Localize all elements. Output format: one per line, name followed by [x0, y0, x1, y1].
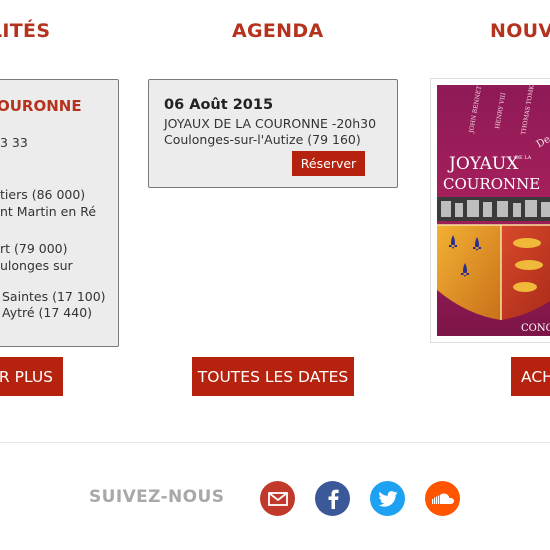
poster-title-1: JOYAUX [447, 154, 519, 174]
news-line: nt Martin en Ré [0, 204, 97, 219]
facebook-link[interactable] [315, 481, 350, 516]
news-line: tiers (86 000) [0, 187, 86, 202]
email-link[interactable] [260, 481, 295, 516]
composer-name: JOHN BENNET [468, 85, 483, 134]
reserve-button[interactable]: Réserver [292, 151, 365, 176]
news-panel-title: OURONNE [0, 97, 82, 115]
poster-title-small: DE LA [515, 155, 532, 161]
twitter-bird-icon [377, 490, 398, 507]
section-title-right: NOUV [490, 20, 550, 42]
news-line: 3 33 [0, 135, 28, 150]
composer-name: THOMAS TOMKINS [520, 85, 538, 135]
news-line: rt (79 000) [0, 241, 68, 256]
footer-divider [0, 442, 550, 443]
album-cover-frame[interactable]: JOHN BENNET HENRY VIII THOMAS TOMKINS De… [430, 78, 550, 343]
event-title: JOYAUX DE LA COURONNE -20h30 [164, 116, 377, 131]
news-line: Saintes (17 100) [2, 289, 106, 304]
news-line: ulonges sur [0, 258, 73, 273]
poster-footer-text: CONC [521, 323, 550, 334]
envelope-icon [267, 491, 288, 506]
section-title-left: LITÉS [0, 20, 51, 42]
section-title-agenda: AGENDA [232, 20, 324, 42]
event-location: Coulonges-sur-l'Autize (79 160) [164, 132, 361, 147]
soundcloud-link[interactable] [425, 481, 460, 516]
follow-us-label: SUIVEZ-NOUS [89, 487, 225, 507]
read-more-button[interactable]: R PLUS [0, 357, 63, 396]
album-cover-art: JOHN BENNET HENRY VIII THOMAS TOMKINS De… [437, 85, 550, 334]
news-line: Aytré (17 440) [2, 305, 93, 320]
poster-title-2: COURONNE [443, 175, 540, 193]
all-dates-button[interactable]: TOUTES LES DATES [192, 357, 354, 396]
album-cover-image[interactable]: JOHN BENNET HENRY VIII THOMAS TOMKINS De… [437, 85, 550, 336]
soundcloud-icon [431, 493, 454, 504]
twitter-link[interactable] [370, 481, 405, 516]
poster-corner-text: De l [535, 131, 550, 151]
buy-button[interactable]: ACH [511, 357, 550, 396]
news-panel: OURONNE 3 33 tiers (86 000) nt Martin en… [0, 79, 119, 347]
facebook-icon [328, 489, 339, 509]
agenda-event-card: 06 Août 2015 JOYAUX DE LA COURONNE -20h3… [148, 79, 398, 188]
event-date: 06 Août 2015 [164, 97, 274, 113]
composer-name: HENRY VIII [494, 92, 507, 130]
